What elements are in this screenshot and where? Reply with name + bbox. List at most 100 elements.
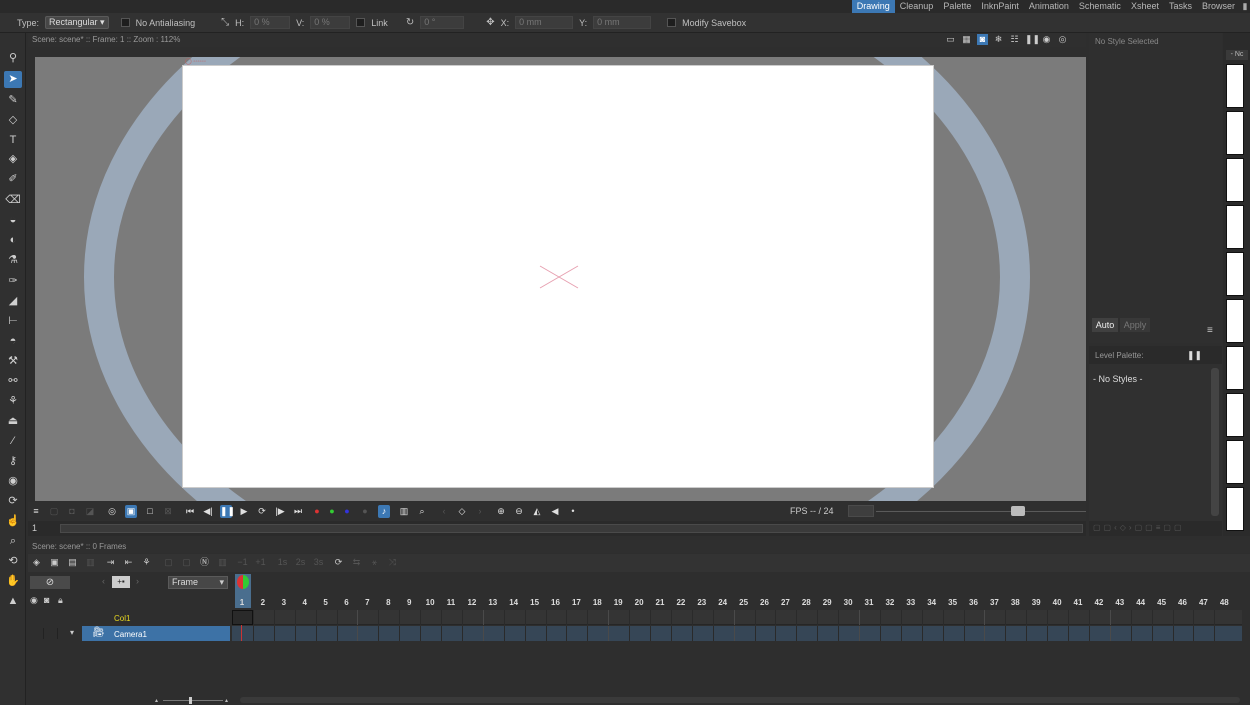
type-dropdown[interactable]: Rectangular ▾ — [45, 16, 109, 29]
level-palette-freeze-icon[interactable]: ❚❚ — [1187, 350, 1202, 361]
zoom-out-small-icon[interactable]: ▴ — [155, 697, 158, 704]
animate-tool-icon[interactable]: ⚲ — [4, 50, 22, 67]
pause-icon[interactable]: ❚❚ — [1025, 34, 1040, 45]
control-point-editor-icon[interactable]: ✑ — [4, 273, 22, 290]
zoom-slider-handle[interactable] — [189, 697, 192, 704]
toolbar-collapse-icon[interactable]: ▲ — [4, 593, 22, 610]
frame-number[interactable]: 41 — [1068, 598, 1088, 607]
frame-number[interactable]: 8 — [378, 598, 398, 607]
room-tab-animation[interactable]: Animation — [1024, 0, 1074, 13]
camera-column-name-cell[interactable]: 🎥︎ Camera1 — [82, 626, 230, 641]
style-chip[interactable] — [1226, 440, 1244, 484]
tracker-tool-icon[interactable]: ⁄ — [4, 433, 22, 450]
preview-icon[interactable]: ☷ — [1009, 34, 1020, 45]
repeat-icon[interactable]: ▢ — [162, 556, 175, 569]
random-icon[interactable]: ⤨ — [386, 556, 399, 569]
frame-number[interactable]: 42 — [1089, 598, 1109, 607]
iron-tool-icon[interactable]: ⚯ — [4, 373, 22, 390]
room-tab-cleanup[interactable]: Cleanup — [895, 0, 939, 13]
room-tab-tasks[interactable]: Tasks — [1164, 0, 1197, 13]
locator-icon[interactable]: ⌕ — [416, 505, 428, 518]
frame-number[interactable]: 26 — [755, 598, 775, 607]
frame-number[interactable]: 22 — [671, 598, 691, 607]
v-scale-field[interactable]: 0 % — [310, 16, 351, 29]
fill-tool-icon[interactable]: ◈ — [4, 151, 22, 168]
plastic-tool-icon[interactable]: ◉ — [4, 473, 22, 490]
frame-number[interactable]: 48 — [1214, 598, 1234, 607]
lock-toggle-icon[interactable]: 🔒︎ — [58, 595, 63, 606]
sound-icon[interactable]: ♪ — [378, 505, 390, 518]
xsheet-horizontal-scrollbar[interactable] — [240, 697, 1240, 703]
frame-ruler[interactable]: 1 2 3 4 5 6 7 8 9 10 11 12 13 14 15 16 17 18 19 20 21 22 23 24 2… — [232, 573, 1250, 609]
frame-number[interactable]: 28 — [796, 598, 816, 607]
frame-number[interactable]: 1 — [232, 598, 252, 607]
fps-slider-handle[interactable] — [1011, 506, 1025, 516]
room-tab-browser[interactable]: Browser — [1197, 0, 1240, 13]
style-chip[interactable] — [1226, 252, 1244, 296]
decrease-step-icon[interactable]: −1 — [236, 556, 249, 569]
camera-stand-view-icon[interactable]: ▭ — [945, 34, 956, 45]
save-level-icon[interactable]: ⇤ — [122, 556, 135, 569]
hook-tool-icon[interactable]: ⚷ — [4, 453, 22, 470]
zoom-tool-icon-alt[interactable]: ⟳ — [4, 493, 22, 510]
save-icon[interactable]: ▢ — [48, 505, 60, 518]
level-palette-scrollbar[interactable] — [1211, 368, 1219, 516]
pause-button-icon[interactable]: ❚❚ — [220, 505, 235, 518]
safe-area-icon[interactable]: ◎ — [106, 505, 118, 518]
camstand-toggle-icon[interactable]: ◙ — [44, 595, 49, 605]
frame-number[interactable]: 6 — [337, 598, 357, 607]
reframe-2s-icon[interactable]: 2s — [294, 556, 307, 569]
last-frame-icon[interactable]: ⏭ — [292, 505, 304, 518]
frame-number[interactable]: 11 — [441, 598, 461, 607]
frame-number[interactable]: 13 — [483, 598, 503, 607]
frame-number[interactable]: 46 — [1173, 598, 1193, 607]
new-vector-level-icon[interactable]: ◈ — [30, 556, 43, 569]
frame-number[interactable]: 44 — [1131, 598, 1151, 607]
load-level-icon[interactable]: ⇥ — [104, 556, 117, 569]
zoom-in-small-icon[interactable]: ▴ — [225, 697, 228, 704]
paint-brush-tool-icon[interactable]: ✐ — [4, 171, 22, 188]
frame-number[interactable]: 47 — [1193, 598, 1213, 607]
finger-tool-icon[interactable]: ☝ — [4, 513, 22, 530]
add-memo-icon[interactable]: +▪ — [112, 576, 130, 588]
reset-view-icon[interactable]: • — [567, 505, 579, 518]
room-tab-schematic[interactable]: Schematic — [1074, 0, 1126, 13]
rollback-icon[interactable]: ⟳ — [332, 556, 345, 569]
frame-number[interactable]: 10 — [420, 598, 440, 607]
frame-number[interactable]: 33 — [901, 598, 921, 607]
h-scale-field[interactable]: 0 % — [250, 16, 291, 29]
frame-number[interactable]: 30 — [838, 598, 858, 607]
current-frame-field[interactable]: 1 — [32, 523, 37, 533]
key-icon[interactable]: ◇ — [456, 505, 468, 518]
column-header-col1[interactable]: Col1 — [28, 610, 230, 625]
frame-number[interactable]: 29 — [817, 598, 837, 607]
frame-number[interactable]: 19 — [608, 598, 628, 607]
selection-tool-icon[interactable]: ➤ — [4, 71, 22, 88]
column-name[interactable]: Col1 — [114, 614, 130, 623]
camera-preview-toggle[interactable] — [32, 628, 44, 639]
room-tab-xsheet[interactable]: Xsheet — [1126, 0, 1164, 13]
zoom-in-icon[interactable]: ⊕ — [495, 505, 507, 518]
style-chip[interactable] — [1226, 158, 1244, 202]
alpha-channel-icon[interactable]: ● — [359, 505, 371, 518]
reframe-3s-icon[interactable]: 3s — [312, 556, 325, 569]
brush-tool-icon[interactable]: ✎ — [4, 92, 22, 109]
frame-number[interactable]: 16 — [546, 598, 566, 607]
magnet-tool-icon[interactable]: ◓ — [4, 333, 22, 350]
tape-tool-icon[interactable]: ◒ — [4, 212, 22, 229]
prev-key-icon[interactable]: ‹ — [438, 505, 450, 518]
first-frame-icon[interactable]: ⏮ — [184, 505, 196, 518]
eye-icon[interactable]: ◉ — [1041, 34, 1052, 45]
next-key-icon[interactable]: › — [474, 505, 486, 518]
xsheet-empty-area[interactable] — [28, 642, 1250, 692]
freeze-icon[interactable]: ❄ — [993, 34, 1004, 45]
frame-number[interactable]: 9 — [399, 598, 419, 607]
camera-cells[interactable] — [232, 626, 1242, 641]
fps-slider[interactable] — [876, 511, 1086, 512]
swing-icon[interactable]: ⇆ — [350, 556, 363, 569]
style-chip[interactable] — [1226, 487, 1244, 531]
x-position-field[interactable]: 0 mm — [515, 16, 574, 29]
frame-scrubber[interactable] — [60, 524, 1083, 533]
hand-tool-icon[interactable]: ✋ — [4, 573, 22, 590]
fps-field[interactable] — [848, 505, 874, 517]
